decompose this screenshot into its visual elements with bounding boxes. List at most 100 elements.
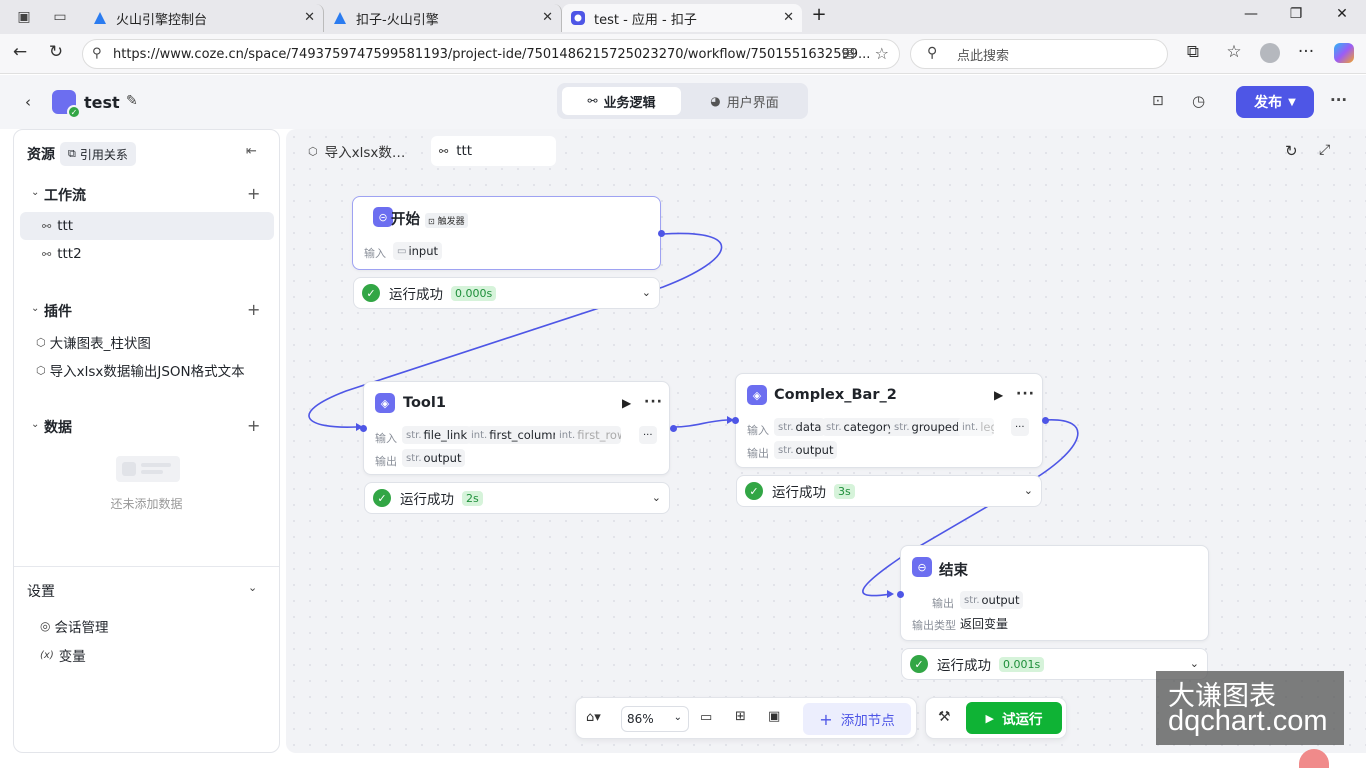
- sidebar-item-conversation[interactable]: ◎ 会话管理: [20, 612, 274, 640]
- close-tab-icon[interactable]: ✕: [304, 10, 315, 25]
- chevron-down-icon[interactable]: ⌄: [31, 303, 39, 314]
- test-run-button[interactable]: ▶ 试运行: [966, 702, 1062, 734]
- reference-button[interactable]: ⧉ 引用关系: [60, 142, 136, 166]
- close-window-icon[interactable]: ✕: [1331, 6, 1353, 22]
- collapse-sidebar-icon[interactable]: ⇤: [246, 144, 257, 159]
- copilot-icon[interactable]: [1332, 42, 1356, 68]
- publish-button[interactable]: 发布 ▼: [1236, 86, 1314, 118]
- param-chip: int.lege: [958, 418, 994, 436]
- tab-title: test - 应用 - 扣子: [594, 12, 697, 28]
- chevron-down-icon[interactable]: ⌄: [31, 187, 39, 198]
- archive-icon[interactable]: ⊡: [1152, 93, 1164, 109]
- extensions-icon[interactable]: ⧉: [1181, 42, 1205, 62]
- watermark-line2: dqchart.com: [1168, 705, 1328, 737]
- chevron-down-icon[interactable]: ⌄: [248, 581, 257, 594]
- sidebar-item-plugin-bar-chart[interactable]: ⬡ 大谦图表_柱状图: [22, 328, 276, 356]
- input-port[interactable]: [732, 417, 739, 424]
- sidebar-item-ttt2[interactable]: ⚯ ttt2: [20, 240, 274, 268]
- zoom-select[interactable]: 86% ⌄: [621, 706, 689, 732]
- sidebar-item-ttt[interactable]: ⚯ ttt: [20, 212, 274, 240]
- project-avatar: ✓: [52, 90, 81, 119]
- end-node[interactable]: ⊖ 结束 输出 str. output 输出类型 返回变量: [897, 545, 1209, 641]
- close-tab-icon[interactable]: ✕: [783, 10, 794, 25]
- add-workflow-icon[interactable]: +: [247, 184, 260, 203]
- mouse-mode-icon[interactable]: ⌂▾: [586, 710, 601, 725]
- reading-mode-icon[interactable]: ▤: [842, 45, 855, 61]
- run-node-icon[interactable]: ▶: [994, 388, 1003, 402]
- sidebar-item-plugin-xlsx[interactable]: ⬡ 导入xlsx数据输出JSON格式文本: [22, 356, 276, 384]
- palette-icon: ◕: [710, 94, 721, 108]
- output-port[interactable]: [1042, 417, 1049, 424]
- minimap-icon[interactable]: ▣: [768, 709, 780, 724]
- chevron-down-icon[interactable]: ⌄: [1190, 657, 1199, 670]
- close-tab-icon[interactable]: ✕: [542, 10, 553, 25]
- site-info-icon[interactable]: ⚲: [92, 46, 102, 61]
- comment-icon[interactable]: ▭: [700, 710, 712, 725]
- workflow-canvas[interactable]: ⬡ 导入xlsx数… ⚯ ttt ↻ ⤢ ⊝ 开始 ⊡ 触发器 输入 ▭ input …: [286, 129, 1366, 753]
- output-label: 输出: [747, 447, 769, 460]
- restore-icon[interactable]: ❐: [1285, 6, 1307, 22]
- debug-wrench-icon[interactable]: ⚒: [938, 709, 951, 725]
- new-tab-icon[interactable]: +: [808, 4, 830, 25]
- favorites-icon[interactable]: ☆: [1222, 42, 1246, 62]
- param-name: file_link: [423, 428, 468, 442]
- tab-user-interface[interactable]: ◕ 用户界面: [685, 87, 804, 115]
- browser-tab-2[interactable]: 扣子-火山引擎 ✕: [324, 4, 562, 32]
- param-chip: int. first_column: [467, 426, 564, 444]
- watermark: 大谦图表 dqchart.com: [1156, 671, 1344, 745]
- tab-business-logic[interactable]: ⚯ 业务逻辑: [562, 87, 681, 115]
- search-box[interactable]: ⚲ 点此搜索: [910, 39, 1168, 69]
- param-name: grouped: [911, 420, 960, 434]
- input-port[interactable]: [360, 425, 367, 432]
- start-run-status[interactable]: ✓ 运行成功 0.000s ⌄: [353, 277, 660, 309]
- browser-tab-1[interactable]: 火山引擎控制台 ✕: [84, 4, 324, 32]
- complex-bar-node[interactable]: ◈ Complex_Bar_2 ▶ ··· 输入 str. data str. ca…: [732, 373, 1049, 468]
- output-port[interactable]: [670, 425, 677, 432]
- history-icon[interactable]: ◷: [1192, 92, 1205, 110]
- sidebar-item-label: 会话管理: [54, 620, 109, 636]
- back-arrow-icon[interactable]: ‹: [25, 93, 31, 111]
- more-icon[interactable]: ···: [1330, 91, 1347, 109]
- chevron-down-icon[interactable]: ⌄: [652, 491, 661, 504]
- add-node-button[interactable]: + 添加节点: [803, 703, 911, 735]
- more-menu-icon[interactable]: ···: [1294, 42, 1318, 62]
- tool1-node[interactable]: ◈ Tool1 ▶ ··· 输入 str. file_link int. first…: [360, 381, 677, 475]
- arrowhead: [887, 590, 894, 598]
- link-icon: ⧉: [68, 147, 76, 160]
- resource-sidebar: 资源 ⧉ 引用关系 ⇤ ⌄ 工作流 + ⚯ ttt ⚯ ttt2 ⌄ 插件 + ⬡ 大谦…: [13, 129, 280, 753]
- variable-icon: (x): [40, 649, 54, 661]
- edit-icon[interactable]: ✎: [126, 93, 138, 109]
- back-icon[interactable]: ←: [8, 42, 32, 62]
- chevron-down-icon[interactable]: ⌄: [642, 286, 651, 299]
- more-params-icon[interactable]: ···: [639, 426, 657, 444]
- refresh-icon[interactable]: ↻: [44, 42, 68, 62]
- add-plugin-icon[interactable]: +: [247, 300, 260, 319]
- address-bar-row: ← ↻ ⚲ https://www.coze.cn/space/74937597…: [0, 34, 1366, 74]
- param-type: int.: [471, 429, 488, 441]
- complex-run-status[interactable]: ✓ 运行成功 3s ⌄: [736, 475, 1042, 507]
- minimize-icon[interactable]: —: [1240, 6, 1262, 22]
- tab-actions-icon[interactable]: ▭: [50, 7, 70, 27]
- end-icon: ⊖: [912, 557, 932, 577]
- chevron-down-icon[interactable]: ⌄: [1024, 484, 1033, 497]
- tool1-run-status[interactable]: ✓ 运行成功 2s ⌄: [364, 482, 670, 514]
- profile-avatar-icon[interactable]: [1258, 42, 1282, 68]
- output-port[interactable]: [658, 230, 665, 237]
- node-more-icon[interactable]: ···: [1016, 386, 1035, 402]
- sidebar-item-variables[interactable]: (x) 变量: [20, 641, 274, 669]
- layout-grid-icon[interactable]: ⊞: [735, 709, 746, 724]
- start-node[interactable]: ⊝ 开始 ⊡ 触发器 输入 ▭ input: [352, 196, 665, 270]
- browser-tab-3[interactable]: test - 应用 - 扣子 ✕: [562, 4, 802, 32]
- workflow-icon: ⚯: [42, 247, 52, 261]
- output-chip: str. output: [774, 441, 838, 459]
- input-port[interactable]: [897, 591, 904, 598]
- chevron-down-icon[interactable]: ⌄: [31, 419, 39, 430]
- favorite-star-icon[interactable]: ☆: [875, 44, 889, 63]
- run-node-icon[interactable]: ▶: [622, 396, 631, 410]
- more-params-icon[interactable]: ···: [1011, 418, 1029, 436]
- add-data-icon[interactable]: +: [247, 416, 260, 435]
- workspaces-icon[interactable]: ▣: [14, 7, 34, 27]
- chevron-down-icon: ⌄: [673, 712, 682, 723]
- url-field[interactable]: ⚲ https://www.coze.cn/space/749375974759…: [82, 39, 900, 69]
- node-more-icon[interactable]: ···: [644, 394, 663, 410]
